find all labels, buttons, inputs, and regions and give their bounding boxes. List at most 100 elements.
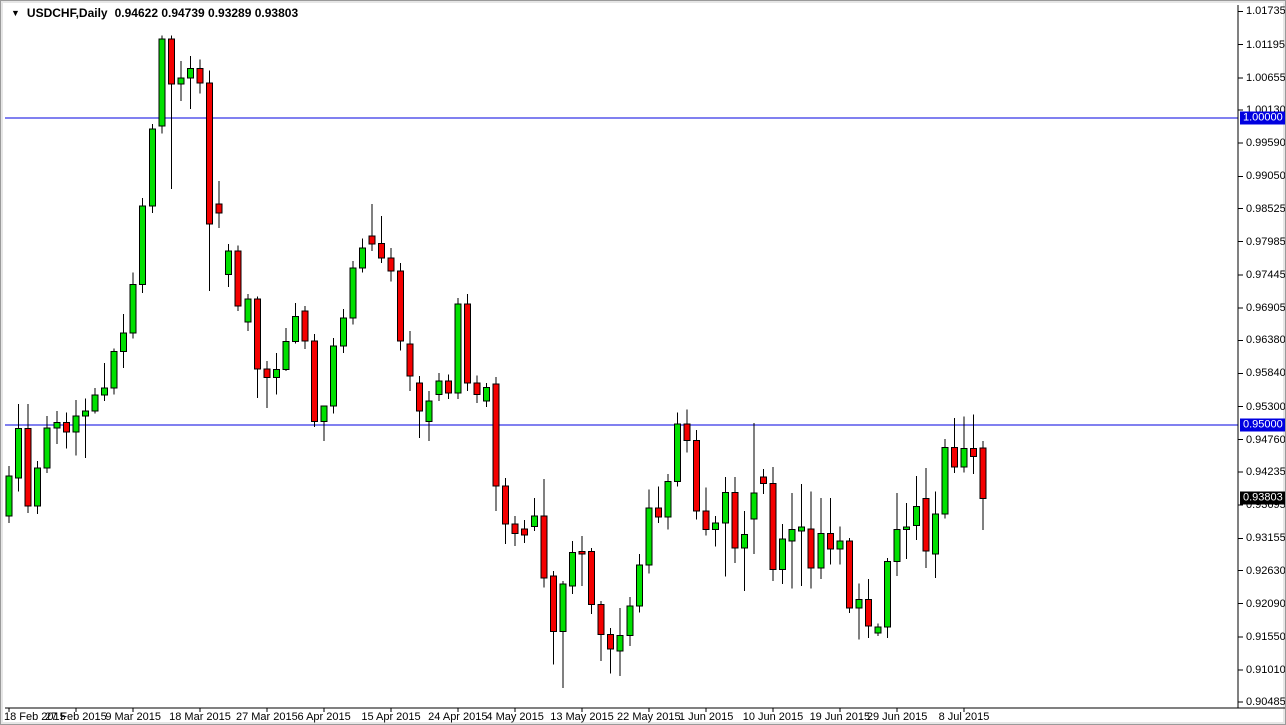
bear-candle-body bbox=[683, 423, 691, 441]
bear-candle-body bbox=[922, 498, 930, 552]
bull-candle-body bbox=[158, 38, 166, 127]
time-tick-label: 27 Feb 2015 bbox=[44, 711, 107, 723]
price-tick-label: 0.93155 bbox=[1246, 532, 1286, 545]
bear-candle-body bbox=[693, 439, 701, 512]
price-tick-label: 1.01195 bbox=[1246, 38, 1285, 51]
bull-candle-body bbox=[34, 467, 42, 507]
bear-candle-body bbox=[473, 382, 481, 395]
bull-candle-body bbox=[81, 410, 89, 417]
bull-candle-body bbox=[5, 475, 13, 517]
bear-candle-body bbox=[769, 482, 777, 570]
bull-candle-body bbox=[616, 635, 624, 652]
bear-candle-body bbox=[654, 507, 662, 518]
bear-candle-body bbox=[24, 428, 32, 507]
bear-candle-body bbox=[397, 270, 405, 342]
price-tick-label: 0.99590 bbox=[1246, 137, 1286, 150]
bull-candle-body bbox=[339, 317, 347, 347]
bear-candle-body bbox=[167, 38, 175, 85]
price-tick-label: 0.91010 bbox=[1246, 663, 1286, 676]
bull-candle-body bbox=[120, 332, 128, 352]
bull-candle-body bbox=[740, 533, 748, 549]
time-tick-label: 22 May 2015 bbox=[617, 711, 681, 723]
price-tick-label: 0.92090 bbox=[1246, 597, 1286, 610]
bull-candle-body bbox=[454, 303, 462, 394]
price-tick-label: 0.96380 bbox=[1246, 334, 1286, 347]
bull-candle-body bbox=[358, 247, 366, 269]
bull-candle-body bbox=[244, 298, 252, 323]
bull-candle-body bbox=[177, 77, 185, 85]
bull-candle-body bbox=[292, 315, 299, 342]
bull-candle-body bbox=[903, 526, 911, 530]
time-tick-label: 27 Mar 2015 bbox=[235, 711, 298, 723]
current-price-badge: 0.93803 bbox=[1240, 491, 1285, 505]
ohlc-values-label: 0.94622 0.94739 0.93289 0.93803 bbox=[114, 6, 299, 20]
time-tick-label: 13 May 2015 bbox=[550, 711, 614, 723]
bear-candle-body bbox=[62, 422, 70, 433]
bull-candle-body bbox=[330, 345, 338, 407]
bull-candle-body bbox=[72, 415, 80, 433]
bear-candle-body bbox=[950, 447, 958, 468]
bull-candle-body bbox=[559, 583, 567, 632]
bull-candle-body bbox=[15, 428, 23, 479]
bull-candle-body bbox=[941, 447, 949, 515]
time-tick-label: 18 Mar 2015 bbox=[169, 711, 231, 723]
bull-candle-body bbox=[788, 528, 796, 542]
price-tick-label: 0.94760 bbox=[1246, 433, 1286, 446]
bear-candle-body bbox=[970, 447, 978, 457]
bull-candle-body bbox=[874, 626, 882, 634]
chart-window: ▼ USDCHF,Daily 0.94622 0.94739 0.93289 0… bbox=[0, 0, 1286, 725]
price-tick-label: 0.98525 bbox=[1246, 202, 1286, 215]
bull-candle-body bbox=[110, 350, 118, 389]
bear-candle-body bbox=[597, 603, 605, 635]
price-tick-label: 0.91550 bbox=[1246, 630, 1286, 643]
time-tick-label: 6 Apr 2015 bbox=[297, 711, 351, 723]
price-tick-label: 0.95840 bbox=[1246, 367, 1286, 380]
chart-menu-triangle-icon[interactable]: ▼ bbox=[11, 8, 20, 18]
bear-candle-body bbox=[492, 383, 500, 487]
bull-candle-body bbox=[43, 427, 51, 469]
bear-candle-body bbox=[196, 67, 204, 84]
bull-candle-body bbox=[53, 422, 61, 429]
price-tick-label: 0.90485 bbox=[1246, 696, 1286, 709]
price-tick-label: 0.95300 bbox=[1246, 400, 1286, 413]
bear-candle-body bbox=[540, 515, 548, 579]
bear-candle-body bbox=[263, 368, 271, 379]
level-price-badge: 0.95000 bbox=[1240, 418, 1285, 432]
bull-candle-body bbox=[674, 423, 681, 482]
time-tick-label: 1 Jun 2015 bbox=[678, 711, 734, 723]
bull-candle-body bbox=[425, 400, 433, 422]
bear-candle-body bbox=[865, 598, 872, 627]
bear-candle-body bbox=[301, 310, 309, 342]
bull-candle-body bbox=[435, 380, 443, 395]
bear-candle-body bbox=[377, 242, 385, 259]
candlestick-chart-area[interactable] bbox=[1, 1, 1286, 725]
bear-candle-body bbox=[807, 528, 815, 569]
bear-candle-body bbox=[234, 250, 242, 307]
bull-candle-body bbox=[664, 480, 672, 518]
level-price-badge: 1.00000 bbox=[1240, 111, 1285, 125]
price-tick-label: 1.01735 bbox=[1246, 5, 1286, 18]
bull-candle-body bbox=[186, 67, 194, 79]
bear-candle-body bbox=[731, 492, 739, 549]
price-tick-label: 1.00655 bbox=[1246, 71, 1286, 84]
bull-candle-body bbox=[931, 513, 939, 555]
time-tick-label: 8 Jul 2015 bbox=[938, 711, 990, 723]
time-tick-label: 29 Jun 2015 bbox=[866, 711, 928, 723]
bear-candle-body bbox=[979, 447, 987, 499]
bull-candle-body bbox=[645, 507, 653, 566]
bear-candle-body bbox=[588, 550, 596, 605]
bear-candle-body bbox=[607, 633, 615, 650]
bull-candle-body bbox=[91, 394, 99, 412]
bear-candle-body bbox=[578, 550, 586, 555]
bull-candle-body bbox=[225, 250, 233, 276]
bull-candle-body bbox=[129, 283, 137, 334]
time-tick-label: 24 Apr 2015 bbox=[428, 711, 488, 723]
price-tick-label: 0.96905 bbox=[1246, 302, 1286, 315]
bear-candle-body bbox=[387, 257, 395, 272]
bull-candle-body bbox=[139, 205, 147, 285]
bear-candle-body bbox=[444, 380, 452, 394]
bull-candle-body bbox=[282, 340, 290, 371]
bear-candle-body bbox=[206, 82, 214, 225]
bear-candle-body bbox=[845, 540, 853, 609]
bear-candle-body bbox=[253, 298, 261, 370]
